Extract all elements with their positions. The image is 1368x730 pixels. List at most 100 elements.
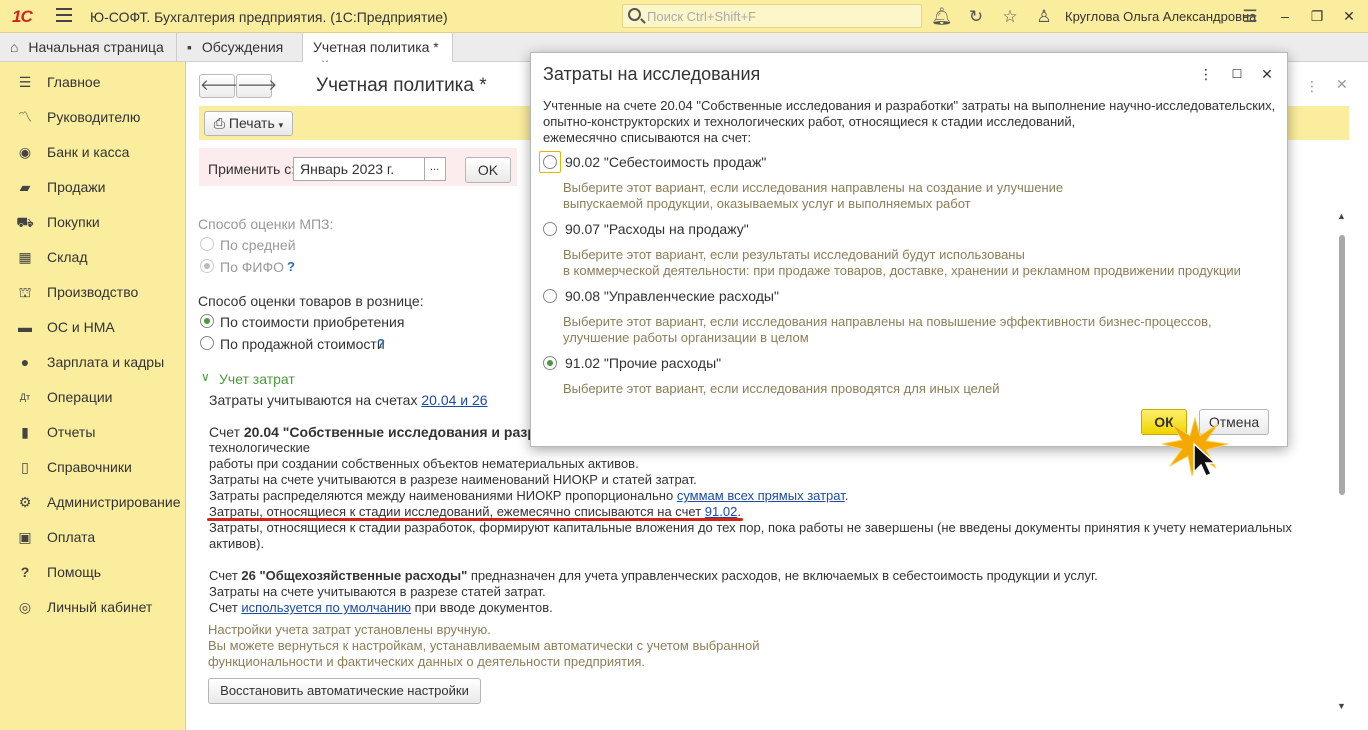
sidebar-item-purchases[interactable]: ⛟ Покупки (0, 205, 186, 240)
restore-auto-settings-button[interactable]: Восстановить автоматические настройки (208, 678, 481, 704)
restore-icon[interactable]: ❐ (1306, 6, 1328, 26)
sidebar-item-operations[interactable]: Дт Операции (0, 380, 186, 415)
star-icon[interactable]: ☆ (1000, 7, 1020, 27)
apply-from-input[interactable]: Январь 2023 г. (293, 157, 425, 181)
sidebar-item-label: Главное (47, 74, 101, 90)
sidebar-item-label: Производство (47, 284, 139, 300)
option-9008-label[interactable]: 90.08 "Управленческие расходы" (565, 288, 779, 304)
direct-costs-link[interactable]: суммам всех прямых затрат (677, 488, 845, 503)
person-icon: ● (20, 354, 30, 370)
form-close-icon[interactable]: ✕ (1336, 76, 1348, 93)
printer-icon: ⎙ (213, 115, 225, 131)
retail-cost-radio[interactable] (200, 314, 214, 328)
help-icon[interactable]: ? (377, 336, 385, 351)
retail-label: Способ оценки товаров в рознице: (198, 293, 424, 309)
history-icon[interactable]: ↻ (966, 7, 986, 27)
option-9008-radio[interactable] (543, 289, 557, 303)
menu-icon: ☰ (18, 74, 32, 90)
acc26-prefix: Счет (209, 568, 242, 583)
sidebar-item-admin[interactable]: ⚙ Администрирование (0, 485, 186, 520)
accounts-link[interactable]: 20.04 и 26 (421, 392, 487, 408)
sidebar-item-help[interactable]: ? Помощь (0, 555, 186, 590)
sidebar-item-references[interactable]: ▯ Справочники (0, 450, 186, 485)
sidebar-item-payment[interactable]: ▣ Оплата (0, 520, 186, 555)
form-title: Учетная политика * (316, 75, 487, 96)
account-icon: ◎ (18, 599, 32, 615)
acc26-rest: предназначен для учета управленческих ра… (467, 568, 1098, 583)
apply-from-label: Применить с: (208, 161, 296, 177)
option-9102-radio[interactable] (543, 356, 557, 370)
scroll-down-icon[interactable]: ▼ (1337, 701, 1346, 711)
print-label: Печать (228, 115, 275, 131)
mpz-fifo-radio[interactable] (200, 259, 214, 273)
tab-accounting-policy[interactable]: Учетная политика * × (303, 33, 453, 71)
settings-menu-icon[interactable]: ☰ (1240, 7, 1260, 27)
form-scrollbar[interactable]: ▲ ▼ (1337, 211, 1347, 711)
dialog-maximize-icon[interactable]: ☐ (1228, 65, 1246, 83)
sidebar-item-production[interactable]: ⛫ Производство (0, 275, 186, 310)
form-more-icon[interactable]: ⋮ (1305, 78, 1319, 95)
print-button[interactable]: ⎙ Печать ▾ (204, 111, 293, 136)
hint-line: выпускаемой продукции, оказываемых услуг… (563, 196, 971, 211)
search-input[interactable]: Поиск Ctrl+Shift+F (622, 4, 922, 28)
option-9007-radio[interactable] (543, 222, 557, 236)
dialog-desc-line: опытно-конструкторских и технологических… (543, 114, 1076, 129)
manual-settings-line1: Настройки учета затрат установлены вручн… (208, 622, 491, 637)
account-9102-link[interactable]: 91.02 (705, 504, 738, 519)
tab-discussions[interactable]: ▪ Обсуждения (177, 33, 303, 62)
acc2004-line5-text: Затраты распределяются между наименовани… (209, 488, 677, 503)
option-9007-label[interactable]: 90.07 "Расходы на продажу" (565, 221, 749, 237)
user-icon[interactable]: ♙ (1034, 7, 1054, 27)
option-9002-radio[interactable] (543, 155, 557, 169)
tab-label: Обсуждения (201, 39, 284, 55)
chevron-down-icon[interactable]: ∨ (201, 370, 210, 384)
mpz-label: Способ оценки МПЗ: (198, 216, 334, 232)
coin-icon: ◉ (18, 144, 32, 160)
sidebar-item-warehouse[interactable]: ▦ Склад (0, 240, 186, 275)
costs-section-title[interactable]: Учет затрат (219, 371, 295, 387)
sidebar-item-main[interactable]: ☰ Главное (0, 65, 186, 100)
retail-sale-radio[interactable] (200, 336, 214, 350)
manual-settings-line2: Вы можете вернуться к настройкам, устана… (208, 638, 760, 653)
close-window-icon[interactable]: ✕ (1338, 6, 1360, 26)
acc2004-line2: технологические (209, 440, 311, 455)
default-usage-link[interactable]: используется по умолчанию (241, 600, 411, 615)
search-placeholder: Поиск Ctrl+Shift+F (647, 9, 756, 24)
dialog-desc-line: Учтенные на счете 20.04 "Собственные исс… (543, 98, 1276, 113)
bell-icon[interactable]: 🔔︎ (931, 7, 953, 27)
dialog-close-icon[interactable]: ✕ (1258, 65, 1276, 83)
trend-icon: 〽 (18, 109, 32, 125)
acc2004-line6-suffix: . (737, 504, 741, 519)
sidebar-item-account[interactable]: ◎ Личный кабинет (0, 590, 186, 625)
sidebar-item-label: Склад (47, 249, 88, 265)
sidebar-item-director[interactable]: 〽 Руководителю (0, 100, 186, 135)
chat-icon: ▪ (187, 39, 192, 55)
mpz-average-label: По средней (220, 237, 296, 253)
sidebar-item-label: Продажи (47, 179, 106, 195)
sidebar-item-bank[interactable]: ◉ Банк и касса (0, 135, 186, 170)
sidebar-item-label: Администрирование (47, 494, 181, 510)
sidebar-item-salary[interactable]: ● Зарплата и кадры (0, 345, 186, 380)
option-9102-label[interactable]: 91.02 "Прочие расходы" (565, 355, 721, 371)
minimize-icon[interactable]: – (1274, 6, 1296, 26)
option-9002-hint: Выберите этот вариант, если исследования… (563, 180, 1263, 212)
help-icon[interactable]: ? (287, 259, 295, 274)
sidebar-item-assets[interactable]: ▬ ОС и НМА (0, 310, 186, 345)
main-menu-icon[interactable] (56, 8, 72, 22)
sidebar: ☰ Главное 〽 Руководителю ◉ Банк и касса ▰ Пр… (0, 62, 186, 730)
sidebar-item-sales[interactable]: ▰ Продажи (0, 170, 186, 205)
sidebar-item-reports[interactable]: ▮ Отчеты (0, 415, 186, 450)
back-button[interactable]: 🡐 (199, 74, 240, 98)
apply-from-select-button[interactable]: ... (424, 157, 446, 181)
mpz-average-radio[interactable] (200, 237, 214, 251)
option-9002-label[interactable]: 90.02 "Себестоимость продаж" (565, 154, 766, 170)
scroll-up-icon[interactable]: ▲ (1337, 211, 1346, 221)
dialog-more-icon[interactable]: ⋮ (1197, 65, 1215, 83)
user-name[interactable]: Круглова Ольга Александровна (1065, 9, 1256, 24)
tab-home[interactable]: ⌂ Начальная страница (0, 33, 177, 62)
forward-button[interactable]: 🡒 (236, 74, 277, 98)
scroll-thumb[interactable] (1339, 235, 1345, 495)
apply-ok-button[interactable]: OK (465, 157, 511, 183)
manual-settings-line3: функциональности и фактических данных о … (208, 654, 646, 669)
option-9008-hint: Выберите этот вариант, если исследования… (563, 314, 1263, 346)
